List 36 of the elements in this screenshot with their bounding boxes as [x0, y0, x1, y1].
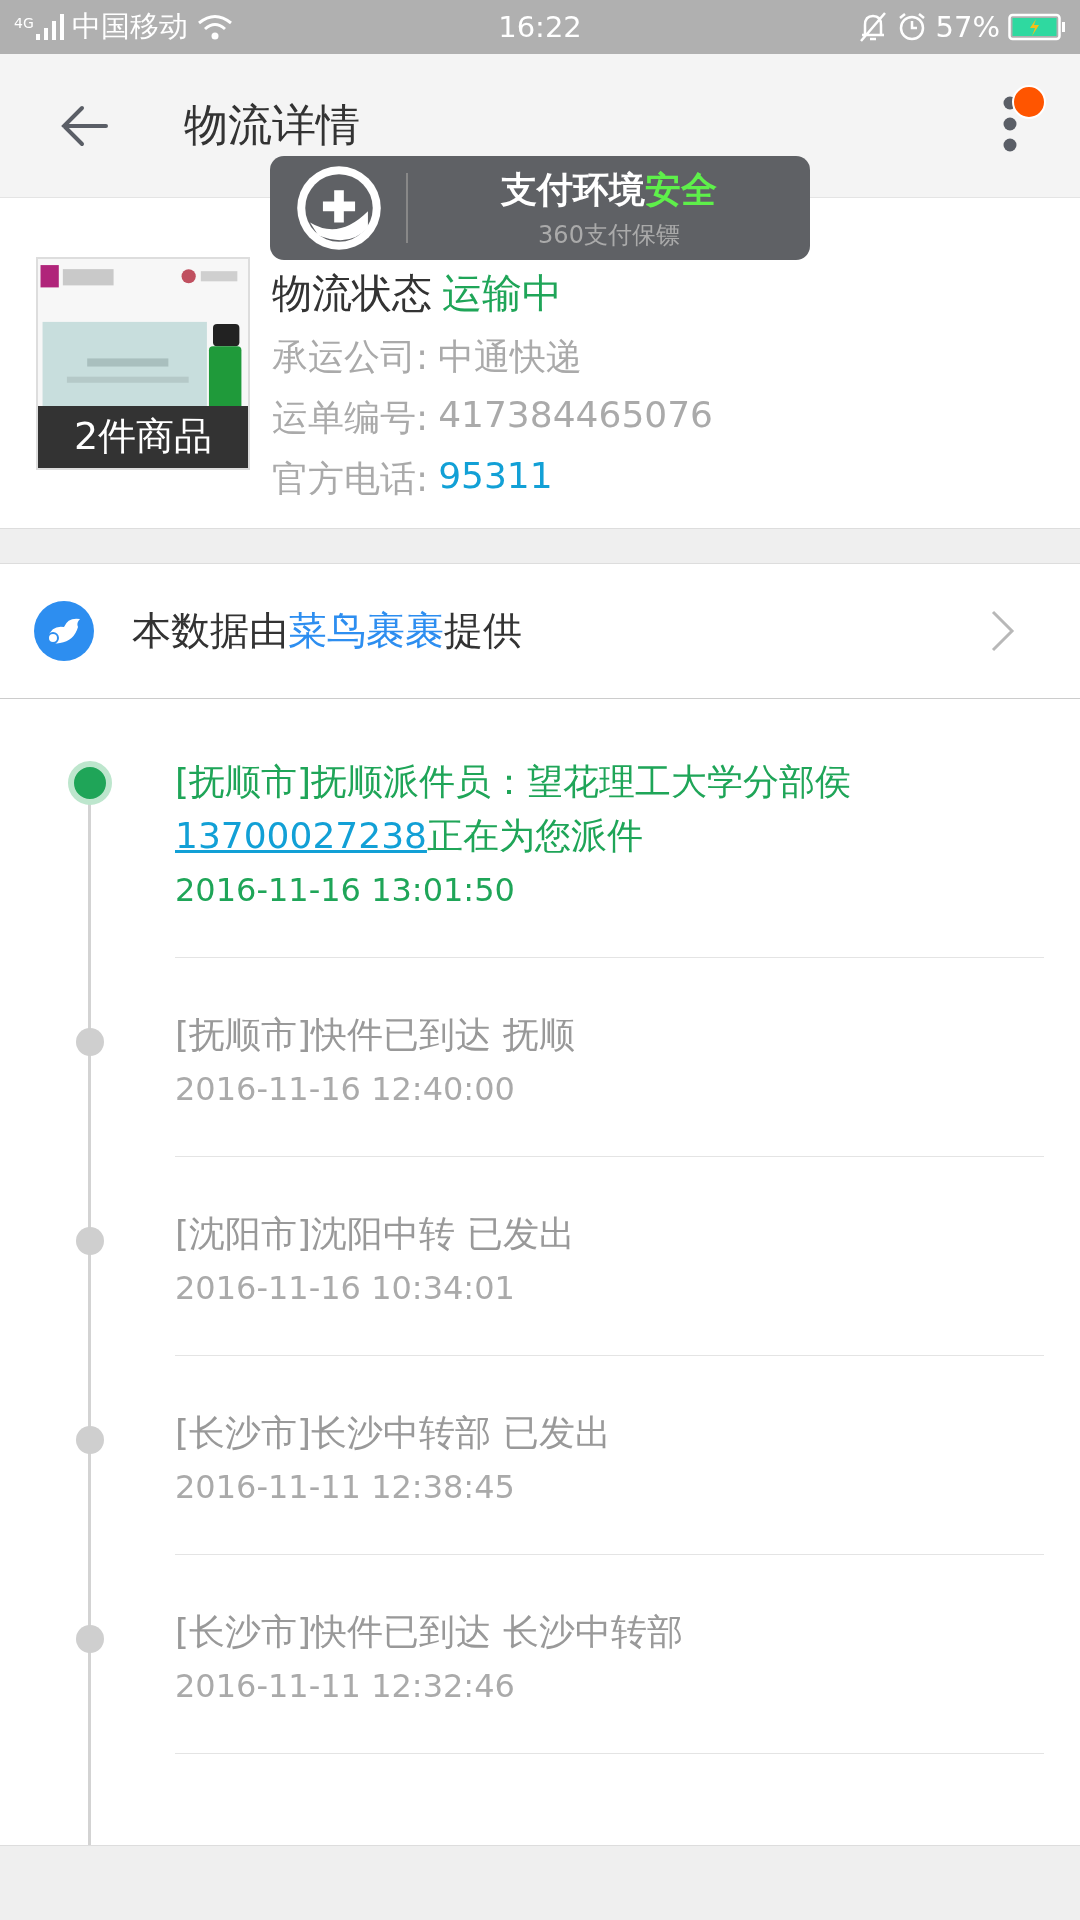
event-time: 2016-11-11 12:32:46	[175, 1667, 516, 1705]
signal-icon	[33, 12, 64, 42]
toast-subtitle: 360支付保镖	[538, 219, 680, 251]
event-description: [抚顺市]抚顺派件员：望花理工大学分部侯 13700027238正在为您派件	[175, 760, 853, 858]
bell-muted-icon	[857, 11, 888, 43]
network-type: 4G	[14, 15, 34, 31]
bird-logo-icon	[34, 601, 94, 661]
field-value: 417384465076	[438, 394, 713, 437]
event-time: 2016-11-11 12:38:45	[175, 1468, 516, 1506]
field-label: 官方电话:	[272, 457, 429, 501]
shield-plus-icon	[294, 163, 384, 253]
event-time: 2016-11-16 12:40:00	[175, 1070, 516, 1108]
provider-row[interactable]: 本数据由菜鸟裹裹提供	[0, 564, 1080, 699]
event-description: [长沙市]快件已到达 长沙中转部	[175, 1610, 684, 1654]
chevron-right-icon	[990, 609, 1016, 653]
event-time: 2016-11-16 13:01:50	[175, 871, 516, 909]
phone-link[interactable]: 95311	[438, 455, 553, 504]
event-description: [抚顺市]快件已到达 抚顺	[175, 1013, 576, 1057]
battery-charging-icon	[1008, 13, 1066, 41]
phone-link[interactable]: 13700027238	[175, 815, 427, 856]
item-count-label: 2件商品	[38, 405, 248, 468]
clock-time: 16:22	[498, 10, 582, 44]
event-description: [长沙市]长沙中转部 已发出	[175, 1411, 612, 1455]
field-label: 运单编号:	[272, 396, 429, 440]
provider-text: 本数据由菜鸟裹裹提供	[132, 607, 522, 655]
toast-title: 支付环境安全	[501, 167, 717, 212]
field-label: 承运公司:	[272, 335, 429, 379]
field-value: 中通快递	[438, 335, 583, 379]
battery-percent: 57%	[935, 10, 1000, 44]
status-value: 运输中	[442, 269, 562, 318]
event-description: [沈阳市]沈阳中转 已发出	[175, 1212, 576, 1256]
event-time: 2016-11-16 10:34:01	[175, 1269, 516, 1307]
page-title: 物流详情	[184, 98, 360, 152]
carrier-name: 中国移动	[71, 8, 188, 45]
status-label: 物流状态	[272, 269, 432, 318]
more-menu-icon[interactable]	[1002, 94, 1018, 153]
